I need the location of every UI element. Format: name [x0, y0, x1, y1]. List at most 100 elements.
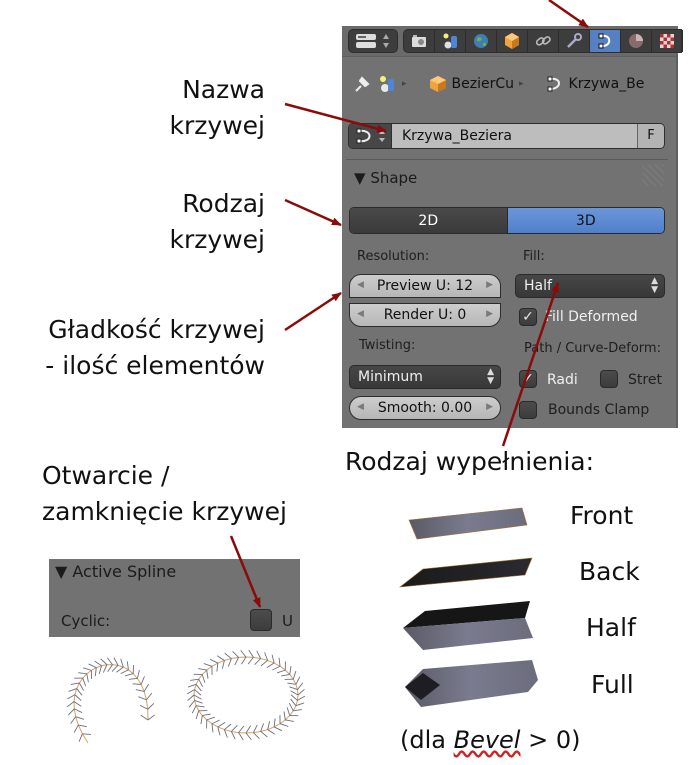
stretch-checkbox[interactable] [600, 370, 618, 388]
tab-constraints-link[interactable] [528, 30, 559, 52]
curve-path [73, 664, 149, 744]
fill-deformed-label: Fill Deformed [545, 309, 638, 325]
smooth-field[interactable]: ◀ Smooth: 0.00 ▶ [349, 396, 501, 420]
curve-normal-tick [201, 674, 206, 683]
curve-normal-tick [271, 654, 275, 664]
curve-normal-tick [224, 723, 232, 730]
scene-icon [380, 76, 394, 92]
curve-normal-tick [232, 650, 239, 658]
tab-object[interactable] [497, 30, 528, 52]
curve-normal-tick [216, 662, 219, 672]
pin-icon[interactable] [352, 74, 372, 94]
tab-texture[interactable] [652, 30, 683, 52]
curve-normal-tick [94, 667, 97, 677]
curve-normal-tick [190, 678, 199, 681]
curve-normal-tick [198, 679, 204, 688]
breadcrumb-object[interactable]: BezierCu [452, 76, 514, 92]
fill-mode-dropdown[interactable]: Half ▲ ▼ [515, 274, 665, 298]
curve-normal-tick [256, 650, 262, 659]
decrement-icon[interactable]: ◀ [357, 280, 364, 290]
curve-normal-tick [78, 672, 87, 675]
curve-normal-tick [295, 676, 301, 685]
dimensions-2d-button[interactable]: 2D [350, 208, 508, 233]
curve-normal-tick [248, 649, 254, 658]
tab-curve-data[interactable] [590, 30, 621, 52]
curve-normal-tick [140, 676, 145, 685]
fill-half-label: Half [586, 613, 636, 642]
fill-half-shape [403, 601, 533, 650]
arrow-to-curve-tab [548, 0, 589, 29]
curve-normal-tick [100, 658, 108, 666]
curve-normal-tick [203, 663, 213, 667]
cyclic-u-checkbox[interactable] [250, 609, 272, 631]
curve-datablock-selector: Krzywa_Beziera F [348, 123, 665, 149]
tab-modifiers-wrench[interactable] [559, 30, 590, 52]
curve-normal-tick [82, 733, 92, 735]
curve-normal-tick [193, 694, 202, 700]
curve-normal-tick [285, 719, 294, 722]
curve-normal-tick [230, 731, 236, 740]
path-curve-deform-label: Path / Curve-Deform: [524, 341, 661, 356]
twisting-dropdown[interactable]: Minimum ▲ ▼ [349, 365, 501, 389]
bevel-note: (dla Bevel > 0) [400, 722, 580, 758]
object-cube-icon [429, 76, 446, 92]
curve-normal-tick [293, 709, 302, 712]
active-spline-header-label: Active Spline [72, 562, 177, 581]
annotation-line: Rodzaj [182, 189, 265, 218]
active-spline-header[interactable]: ▼ Active Spline [55, 562, 176, 581]
spline-illustrations [66, 649, 306, 744]
breadcrumb: ▸ BezierCu ▸ Krzywa_Be [352, 70, 644, 98]
shape-panel-header[interactable]: ▼ Shape [354, 169, 417, 187]
curve-normal-tick [143, 683, 150, 692]
fill-deformed-checkbox[interactable]: ✓ [519, 308, 537, 326]
decrement-icon[interactable]: ◀ [357, 402, 364, 412]
tab-render-camera[interactable] [404, 30, 435, 52]
bounds-clamp-checkbox[interactable] [519, 401, 537, 419]
open-curve-illustration [66, 657, 156, 744]
decrement-icon[interactable]: ◀ [357, 309, 364, 319]
tab-material[interactable] [621, 30, 652, 52]
curve-normal-tick [292, 670, 297, 680]
curve-normal-tick [74, 708, 83, 713]
twisting-label: Twisting: [359, 338, 416, 353]
editor-type-selector[interactable] [348, 29, 398, 53]
curve-normal-tick [102, 664, 108, 673]
bounds-clamp-label: Bounds Clamp [548, 402, 650, 418]
curve-normal-tick [82, 667, 92, 671]
fake-user-button[interactable]: F [637, 124, 664, 148]
curve-normal-tick [137, 669, 140, 679]
curve-normal-tick [116, 666, 124, 673]
curve-normal-tick [73, 701, 82, 707]
curve-normal-tick [217, 726, 221, 736]
increment-icon[interactable]: ▶ [486, 402, 493, 412]
render-u-field[interactable]: ◀ Render U: 0 ▶ [349, 303, 501, 327]
curve-normal-tick [211, 723, 214, 733]
arrow-to-resolution [284, 291, 342, 332]
curve-normal-tick [146, 692, 153, 701]
curve-normal-tick [120, 669, 129, 675]
preview-u-field[interactable]: ◀ Preview U: 12 ▶ [349, 274, 501, 298]
curve-normal-tick [286, 707, 291, 716]
dimensions-3d-button[interactable]: 3D [507, 208, 664, 233]
increment-icon[interactable]: ▶ [486, 280, 493, 290]
annotation-line: Otwarcie / [42, 461, 170, 490]
datablock-browse-button[interactable] [349, 124, 392, 148]
curve-normal-tick [67, 694, 76, 700]
curve-normal-tick [126, 661, 129, 670]
radius-checkbox[interactable]: ✓ [519, 370, 537, 388]
tab-world[interactable] [466, 30, 497, 52]
breadcrumb-separator-icon: ▸ [519, 79, 524, 89]
tab-render-layers[interactable] [435, 30, 466, 52]
curve-name-input[interactable]: Krzywa_Beziera [392, 124, 637, 148]
increment-icon[interactable]: ▶ [486, 309, 493, 319]
annotation-line: krzywej [169, 111, 265, 140]
curve-normal-tick [240, 649, 247, 658]
breadcrumb-data[interactable]: Krzywa_Be [569, 76, 645, 92]
curve-normal-tick [107, 664, 113, 672]
curve-normal-tick [78, 733, 83, 742]
scrollbar[interactable] [676, 54, 678, 428]
curve-normal-tick [113, 657, 119, 666]
panel-drag-grip[interactable] [642, 164, 664, 186]
curve-normal-tick [186, 689, 195, 695]
curve-normal-tick [273, 718, 276, 728]
